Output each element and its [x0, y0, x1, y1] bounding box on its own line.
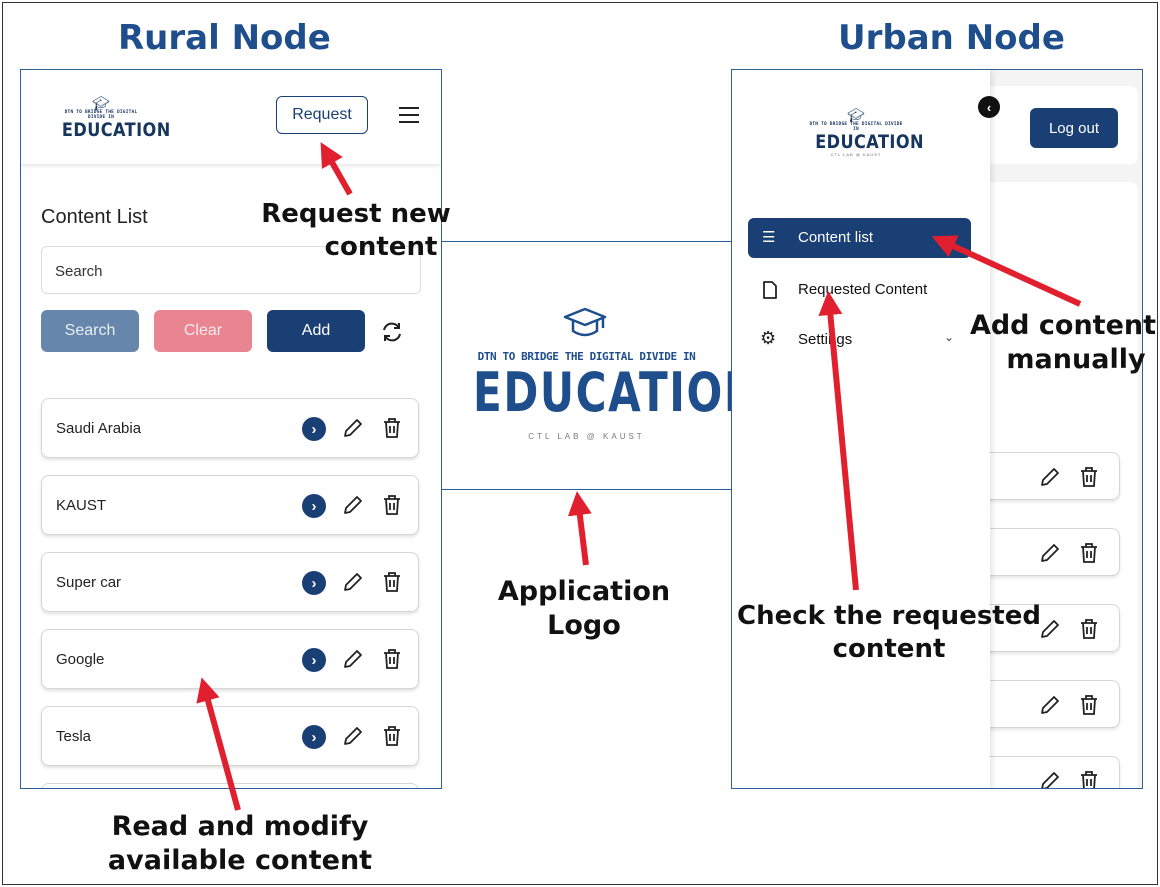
annotation-application-logo: Application Logo [497, 576, 671, 641]
annotation-add-content-manually: Add content manually [969, 310, 1157, 375]
annotation-read-modify: Read and modify available content [107, 811, 373, 876]
annotation-check-requested: Check the requested content [737, 601, 1041, 664]
arrow-add-manual [931, 235, 1082, 307]
arrow-logo [567, 491, 592, 566]
annotation-arrows [196, 142, 1082, 811]
arrow-read-modify [196, 677, 241, 811]
annotation-request-new-content: Request new content [261, 199, 451, 262]
arrow-check-requested [818, 291, 859, 591]
arrow-request [320, 142, 353, 196]
